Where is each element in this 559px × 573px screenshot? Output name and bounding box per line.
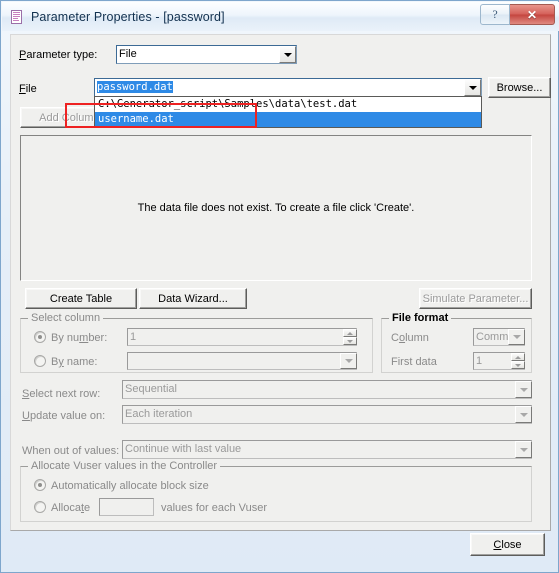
chevron-down-icon [512,335,521,339]
by-name-radio[interactable] [34,355,46,367]
by-number-radio[interactable] [34,331,46,343]
spinner-down-button[interactable] [511,361,525,369]
chevron-down-icon [519,387,528,392]
by-number-label: By number: [51,332,108,344]
parameter-properties-window: Parameter Properties - [password] ? ✕ Pa… [0,0,559,573]
radio-dot-icon [38,483,42,487]
parameter-type-combo[interactable]: File [116,45,297,64]
update-value-on-combo[interactable]: Each iteration [122,405,532,424]
dialog-client-area: Parameter type: File File password.dat B… [10,34,551,531]
triangle-down-icon [347,339,353,343]
column-format-dropdown-arrow[interactable] [508,329,525,345]
spinner-up-button[interactable] [511,353,525,361]
title-bar: Parameter Properties - [password] ? ✕ [2,2,559,31]
simulate-parameter-button-label: Simulate Parameter... [422,292,529,305]
data-preview-panel: The data file does not exist. To create … [20,135,532,281]
file-label: File [19,83,37,95]
file-dropdown-list[interactable]: C:\Generator_script\Samples\data\test.da… [94,96,482,128]
file-combo-value: password.dat [97,81,173,93]
file-format-group-title: File format [389,312,452,324]
parameter-type-label: Parameter type: [19,49,98,61]
browse-button-label: Browse... [496,81,543,94]
file-dropdown-arrow[interactable] [464,79,481,96]
by-name-dropdown-arrow[interactable] [340,353,357,369]
dialog-footer: Close [10,531,551,567]
by-number-input[interactable]: 1 [127,328,357,346]
chevron-down-icon [519,412,528,417]
first-data-spinner[interactable] [511,353,525,369]
by-number-spinner[interactable] [343,329,357,345]
parameter-type-dropdown-arrow[interactable] [279,46,296,63]
by-name-label: By name: [51,356,98,368]
manual-allocate-label: Allocate [51,502,91,514]
when-out-of-values-combo[interactable]: Continue with last value [122,440,532,459]
select-next-row-label: Select next row: [22,388,101,400]
column-format-label: Column [391,332,429,344]
window-title: Parameter Properties - [password] [31,9,225,24]
close-button[interactable]: Close [470,533,545,556]
create-table-button[interactable]: Create Table [25,288,137,309]
chevron-down-icon [468,85,477,90]
browse-button[interactable]: Browse... [488,77,551,98]
update-value-on-dropdown-arrow[interactable] [515,406,532,423]
help-button[interactable]: ? [480,4,510,25]
select-next-row-combo[interactable]: Sequential [122,380,532,399]
create-table-button-label: Create Table [49,292,113,305]
when-out-of-values-label: When out of values: [22,445,120,457]
select-column-group-title: Select column [28,312,104,324]
list-item[interactable]: username.dat [95,112,481,127]
spinner-up-button[interactable] [343,329,357,337]
allocate-values-input[interactable] [99,498,154,516]
close-button-label: Close [493,538,522,551]
triangle-up-icon [347,331,353,335]
window-controls: ? ✕ [480,4,555,25]
file-combo[interactable]: password.dat [94,78,482,97]
spinner-down-button[interactable] [343,337,357,345]
update-value-on-label: Update value on: [22,410,106,422]
triangle-up-icon [515,355,521,359]
simulate-parameter-button: Simulate Parameter... [419,288,532,309]
auto-allocate-label: Automatically allocate block size [51,480,209,492]
list-item[interactable]: C:\Generator_script\Samples\data\test.da… [95,97,481,112]
chevron-down-icon [344,359,353,363]
chevron-down-icon [283,52,292,57]
auto-allocate-radio[interactable] [34,479,46,491]
allocate-vuser-group [20,466,532,522]
select-next-row-dropdown-arrow[interactable] [515,381,532,398]
when-out-of-values-dropdown-arrow[interactable] [515,441,532,458]
data-preview-message: The data file does not exist. To create … [137,202,415,214]
first-data-label: First data [391,356,437,368]
radio-dot-icon [38,335,42,339]
by-name-combo[interactable] [127,352,357,370]
data-wizard-button-label: Data Wizard... [158,292,228,305]
data-wizard-button[interactable]: Data Wizard... [139,288,247,309]
allocate-values-suffix-label: values for each Vuser [161,502,267,514]
screenshot-root: Parameter Properties - [password] ? ✕ Pa… [0,0,559,573]
document-properties-icon [9,9,25,25]
chevron-down-icon [519,447,528,452]
allocate-vuser-group-title: Allocate Vuser values in the Controller [28,460,221,472]
close-window-button[interactable]: ✕ [510,4,555,25]
manual-allocate-radio[interactable] [34,501,46,513]
triangle-down-icon [515,363,521,367]
